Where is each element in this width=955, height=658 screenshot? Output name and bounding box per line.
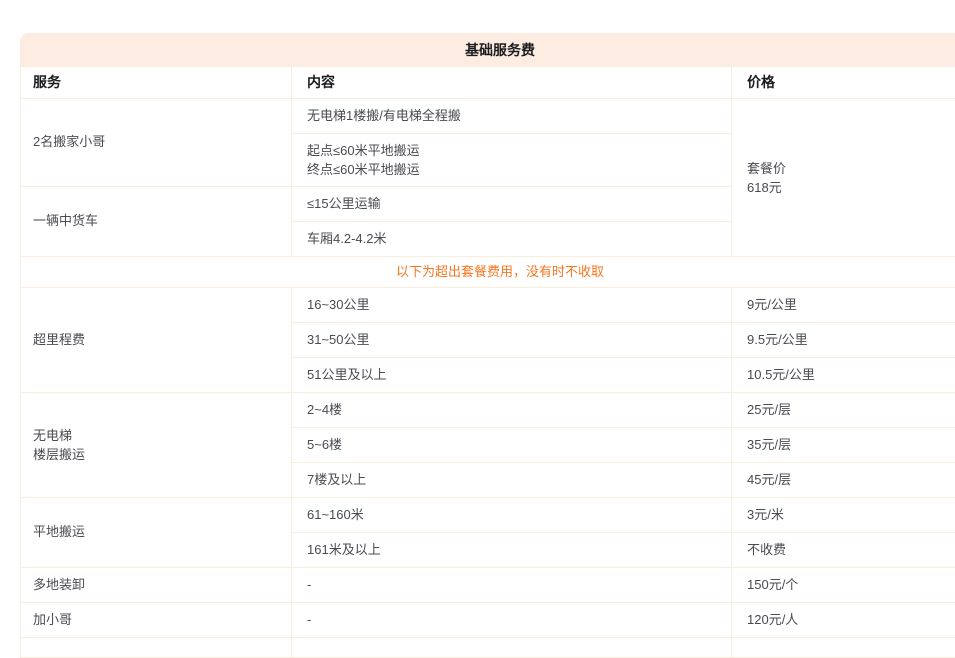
cell-price: 35元/层 [732,428,955,463]
cell-content: 16~30公里 [292,288,732,323]
service-line: 无电梯 [33,426,281,445]
cell-content: 51公里及以上 [292,358,732,393]
cell-content: 无电梯1楼搬/有电梯全程搬 [292,99,732,134]
cell-price: 150元/个 [732,568,955,603]
table-row-clipped [21,638,955,658]
cell-content [292,638,732,658]
table-title: 基础服务费 [465,40,535,60]
table-row: 加小哥 - 120元/人 [21,603,955,638]
cell-service [21,638,292,658]
cell-price: 25元/层 [732,393,955,428]
cell-service-truck: 一辆中货车 [21,187,292,257]
cell-service: 加小哥 [21,603,292,638]
cell-content: 31~50公里 [292,323,732,358]
cell-content: - [292,568,732,603]
table-row: 平地搬运 61~160米 3元/米 [21,498,955,533]
cell-content: 车厢4.2-4.2米 [292,222,732,257]
cell-content: 2~4楼 [292,393,732,428]
cell-price: 120元/人 [732,603,955,638]
table-header-row: 服务 内容 价格 [21,67,955,99]
cell-content: 起点≤60米平地搬运 终点≤60米平地搬运 [292,134,732,187]
content-line: 终点≤60米平地搬运 [307,160,721,179]
cell-content: - [292,603,732,638]
cell-price: 45元/层 [732,463,955,498]
pricing-table-card: 基础服务费 服务 内容 价格 2名搬家小哥 无电梯1楼搬/有电梯全程搬 套餐价 … [20,33,955,658]
cell-content: 7楼及以上 [292,463,732,498]
package-price-value: 618元 [747,178,955,197]
cell-content: 161米及以上 [292,533,732,568]
cell-price: 3元/米 [732,498,955,533]
package-price-label: 套餐价 [747,159,955,178]
cell-service: 超里程费 [21,288,292,393]
cell-price: 不收费 [732,533,955,568]
cell-price: 10.5元/公里 [732,358,955,393]
notice-row: 以下为超出套餐费用，没有时不收取 [21,257,955,288]
cell-service: 平地搬运 [21,498,292,568]
cell-content: ≤15公里运输 [292,187,732,222]
table-row: 多地装卸 - 150元/个 [21,568,955,603]
cell-price: 9.5元/公里 [732,323,955,358]
cell-content: 5~6楼 [292,428,732,463]
column-header-service: 服务 [21,67,292,99]
cell-package-price: 套餐价 618元 [732,99,955,257]
cell-price: 9元/公里 [732,288,955,323]
pricing-table: 服务 内容 价格 2名搬家小哥 无电梯1楼搬/有电梯全程搬 套餐价 618元 起… [20,66,955,658]
column-header-price: 价格 [732,67,955,99]
content-line: 起点≤60米平地搬运 [307,141,721,160]
table-row: 2名搬家小哥 无电梯1楼搬/有电梯全程搬 套餐价 618元 [21,99,955,134]
table-row: 超里程费 16~30公里 9元/公里 [21,288,955,323]
cell-content: 61~160米 [292,498,732,533]
column-header-content: 内容 [292,67,732,99]
cell-service: 无电梯 楼层搬运 [21,393,292,498]
cell-service: 多地装卸 [21,568,292,603]
cell-price [732,638,955,658]
extra-fee-notice: 以下为超出套餐费用，没有时不收取 [21,257,955,288]
service-line: 楼层搬运 [33,445,281,464]
cell-service-movers: 2名搬家小哥 [21,99,292,187]
table-title-bar: 基础服务费 [20,33,955,66]
table-row: 无电梯 楼层搬运 2~4楼 25元/层 [21,393,955,428]
